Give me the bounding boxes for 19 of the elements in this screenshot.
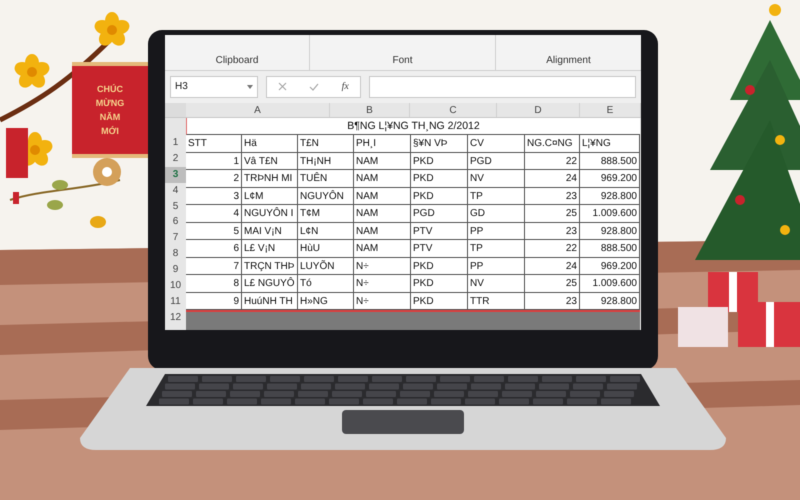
checkmark-icon[interactable] — [309, 82, 320, 91]
column-header[interactable]: C — [410, 103, 497, 117]
column-header[interactable]: B — [330, 103, 410, 117]
sheet-title: B¶NG L¦¥NG TH¸NG 2/2012 — [186, 118, 640, 135]
ribbon-group-label: Clipboard — [216, 54, 258, 68]
ribbon-group-label: Font — [392, 54, 412, 68]
name-box[interactable]: H3 — [170, 76, 258, 98]
column-header[interactable]: E — [580, 103, 641, 117]
banner-text: MỚI — [101, 124, 119, 138]
column-header[interactable]: D — [497, 103, 580, 117]
cancel-icon[interactable] — [278, 82, 288, 92]
banner-text: CHÚC — [97, 82, 123, 96]
banner-text: MỪNG — [96, 96, 124, 110]
formula-field[interactable] — [369, 76, 636, 98]
function-button[interactable]: fx — [342, 79, 349, 94]
dropdown-icon — [247, 84, 253, 89]
ribbon-group-label: Alignment — [546, 54, 591, 68]
column-header[interactable]: A — [186, 103, 330, 117]
banner-text: NĂM — [100, 110, 120, 124]
